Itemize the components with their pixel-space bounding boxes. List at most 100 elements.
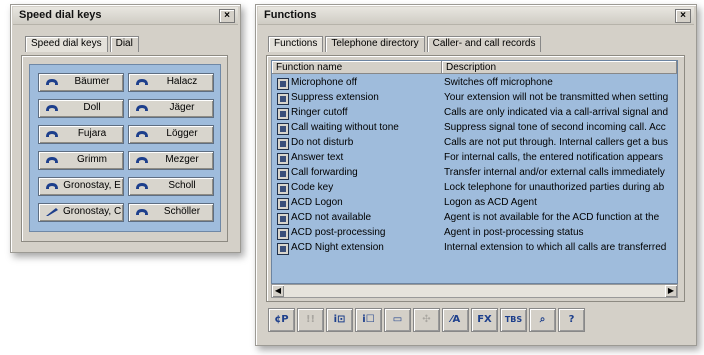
- help-icon[interactable]: ?: [558, 308, 585, 332]
- handset-icon: [136, 105, 148, 111]
- tab-caller-call-records[interactable]: Caller- and call records: [426, 36, 542, 52]
- function-row[interactable]: ACD Logon Logon as ACD Agent: [272, 196, 677, 211]
- function-row[interactable]: Code key Lock telephone for unauthorized…: [272, 181, 677, 196]
- function-icon: [277, 78, 289, 90]
- function-icon: [277, 183, 289, 195]
- display-icon[interactable]: ▭: [384, 308, 411, 332]
- function-row[interactable]: Call waiting without tone Suppress signa…: [272, 121, 677, 136]
- function-name: Answer text: [291, 152, 344, 163]
- functions-toolbar: ¢P !! i⊡ i☐ ▭ ✣ ⁄A FX TBS ⌕ ?: [268, 308, 585, 332]
- scroll-right-icon[interactable]: ▶: [665, 285, 677, 297]
- function-icon: [277, 228, 289, 240]
- handset-icon: [46, 79, 58, 85]
- speed-dial-title: Speed dial keys: [19, 9, 102, 21]
- function-name: Call forwarding: [291, 167, 358, 178]
- function-description: Lock telephone for unauthorized parties …: [444, 182, 665, 193]
- info-call-icon[interactable]: i☐: [355, 308, 382, 332]
- function-name: Call waiting without tone: [291, 122, 399, 133]
- function-icon: [277, 198, 289, 210]
- function-icon: [277, 153, 289, 165]
- tbs-icon[interactable]: TBS: [500, 308, 527, 332]
- handset-icon: [46, 157, 58, 163]
- tab-telephone-directory[interactable]: Telephone directory: [325, 36, 425, 52]
- speed-dial-key-label: Doll: [83, 102, 101, 113]
- speed-dial-grid: Bäumer Halacz Doll Jäger Fujara Lögger G…: [29, 64, 221, 232]
- function-row[interactable]: Ringer cutoff Calls are only indicated v…: [272, 106, 677, 121]
- functions-close-button[interactable]: ×: [675, 9, 691, 23]
- function-description: Your extension will not be transmitted w…: [444, 92, 669, 103]
- horizontal-scrollbar[interactable]: ◀ ▶: [271, 284, 678, 298]
- speed-dial-key-label: Gronostay, E: [63, 180, 121, 191]
- speed-dial-key[interactable]: Gronostay, C: [38, 203, 124, 222]
- function-icon: [277, 108, 289, 120]
- move-icon[interactable]: ✣: [413, 308, 440, 332]
- function-row[interactable]: Answer text For internal calls, the ente…: [272, 151, 677, 166]
- function-icon: [277, 213, 289, 225]
- edit-icon[interactable]: ⁄A: [442, 308, 469, 332]
- function-row[interactable]: Suppress extension Your extension will n…: [272, 91, 677, 106]
- speed-dial-key-label: Jäger: [169, 102, 195, 113]
- tab-speed-dial-keys[interactable]: Speed dial keys: [25, 36, 108, 52]
- function-icon: [277, 93, 289, 105]
- functions-list: Function name Description Microphone off…: [271, 60, 678, 284]
- tab-dial[interactable]: Dial: [109, 36, 139, 52]
- functions-window: Functions × Functions Telephone director…: [255, 4, 697, 346]
- speed-dial-key-label: Gronostay, C: [63, 206, 121, 217]
- speed-dial-key[interactable]: Halacz: [128, 73, 214, 92]
- speed-dial-key[interactable]: Mezger: [128, 151, 214, 170]
- speed-dial-key-label: Fujara: [77, 128, 107, 139]
- function-description: Calls are only indicated via a call-arri…: [444, 107, 668, 118]
- handset-icon: [46, 183, 58, 189]
- speed-dial-panel: Bäumer Halacz Doll Jäger Fujara Lögger G…: [21, 55, 228, 242]
- speed-dial-key[interactable]: Jäger: [128, 99, 214, 118]
- function-icon: [277, 123, 289, 135]
- speed-dial-key[interactable]: Gronostay, E: [38, 177, 124, 196]
- call-phone-icon[interactable]: ¢P: [268, 308, 295, 332]
- speed-dial-key[interactable]: Bäumer: [38, 73, 124, 92]
- function-row[interactable]: ACD not available Agent is not available…: [272, 211, 677, 226]
- scroll-left-icon[interactable]: ◀: [272, 285, 284, 297]
- function-name: Microphone off: [291, 77, 357, 88]
- speed-dial-key[interactable]: Doll: [38, 99, 124, 118]
- speed-dial-key[interactable]: Schöller: [128, 203, 214, 222]
- function-name: Suppress extension: [291, 92, 379, 103]
- function-row[interactable]: Do not disturb Calls are not put through…: [272, 136, 677, 151]
- speed-dial-key-label: Mezger: [165, 154, 199, 165]
- function-row[interactable]: ACD Night extension Internal extension t…: [272, 241, 677, 256]
- disabled-icon[interactable]: !!: [297, 308, 324, 332]
- function-icon: [277, 168, 289, 180]
- search-icon[interactable]: ⌕: [529, 308, 556, 332]
- function-name: Code key: [291, 182, 334, 193]
- speed-dial-key[interactable]: Fujara: [38, 125, 124, 144]
- speed-dial-key[interactable]: Grimm: [38, 151, 124, 170]
- speed-dial-key-label: Grimm: [77, 154, 107, 165]
- column-header-function-name[interactable]: Function name: [272, 61, 442, 74]
- speed-dial-titlebar[interactable]: Speed dial keys ×: [13, 7, 238, 25]
- function-icon: [277, 243, 289, 255]
- speed-dial-key[interactable]: Scholl: [128, 177, 214, 196]
- fax-icon[interactable]: FX: [471, 308, 498, 332]
- speed-dial-window: Speed dial keys × Speed dial keys Dial B…: [10, 4, 241, 253]
- tab-functions[interactable]: Functions: [268, 36, 324, 52]
- handset-icon: [136, 157, 148, 163]
- function-name: ACD Logon: [291, 197, 343, 208]
- function-name: ACD not available: [291, 212, 372, 223]
- info-direct-icon[interactable]: i⊡: [326, 308, 353, 332]
- handset-icon: [136, 183, 148, 189]
- handset-icon: [136, 131, 148, 137]
- column-header-description[interactable]: Description: [442, 61, 677, 74]
- functions-panel: Function name Description Microphone off…: [266, 55, 685, 302]
- functions-titlebar[interactable]: Functions ×: [258, 7, 694, 25]
- function-row[interactable]: Call forwarding Transfer internal and/or…: [272, 166, 677, 181]
- speed-dial-close-button[interactable]: ×: [219, 9, 235, 23]
- function-name: Ringer cutoff: [291, 107, 348, 118]
- speed-dial-key[interactable]: Lögger: [128, 125, 214, 144]
- function-description: Switches off microphone: [444, 77, 553, 88]
- function-row[interactable]: ACD post-processing Agent in post-proces…: [272, 226, 677, 241]
- function-description: Internal extension to which all calls ar…: [444, 242, 667, 253]
- function-description: Suppress signal tone of second incoming …: [444, 122, 666, 133]
- function-row[interactable]: Microphone off Switches off microphone: [272, 76, 677, 91]
- speed-dial-tabs: Speed dial keys Dial: [25, 36, 141, 52]
- function-description: Logon as ACD Agent: [444, 197, 537, 208]
- function-description: Agent in post-processing status: [444, 227, 584, 238]
